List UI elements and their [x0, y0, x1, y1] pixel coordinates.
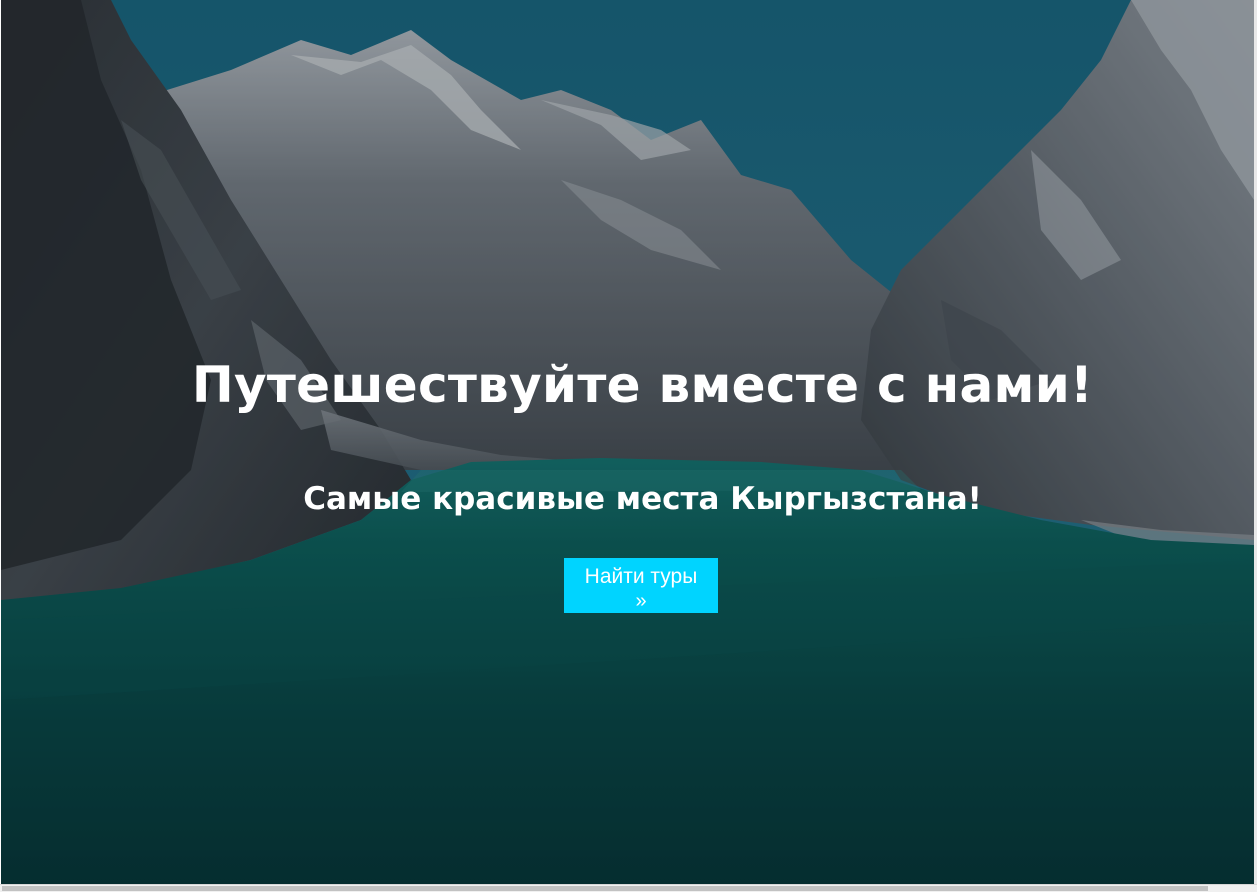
double-chevron-right-icon: » [635, 590, 647, 612]
horizontal-scrollbar[interactable] [0, 884, 1257, 892]
browser-viewport: Путешествуйте вместе с нами! Самые краси… [0, 0, 1257, 892]
hero-section: Путешествуйте вместе с нами! Самые краси… [1, 0, 1254, 884]
find-tours-button[interactable]: Найти туры » [564, 558, 718, 613]
hero-title: Путешествуйте вместе с нами! [191, 356, 1094, 414]
find-tours-label: Найти туры [584, 565, 698, 588]
hero-subtitle: Самые красивые места Кыргызстана! [303, 481, 982, 517]
hero-dark-overlay [1, 0, 1254, 884]
horizontal-scrollbar-thumb[interactable] [2, 886, 1208, 891]
